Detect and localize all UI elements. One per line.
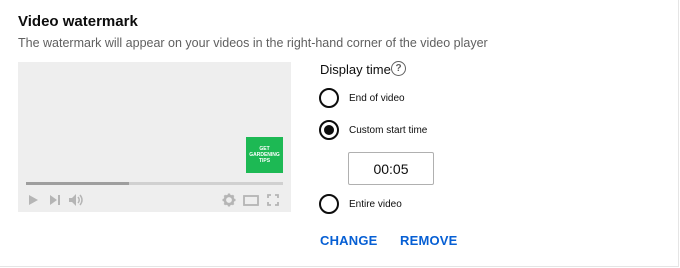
section-subtitle: The watermark will appear on your videos… <box>18 36 488 50</box>
play-icon <box>26 193 40 207</box>
progress-bar <box>26 182 283 185</box>
watermark-text-line: TIPS <box>258 158 271 164</box>
radio-custom-start-time-label: Custom start time <box>349 125 428 136</box>
video-preview: GET GARDENING TIPS <box>18 62 291 212</box>
change-button[interactable]: CHANGE <box>320 233 378 248</box>
radio-end-of-video-label: End of video <box>349 93 405 104</box>
radio-entire-video-label: Entire video <box>349 199 402 210</box>
start-time-input[interactable] <box>348 152 434 185</box>
settings-icon <box>221 192 237 208</box>
watermark-image: GET GARDENING TIPS <box>246 137 283 173</box>
radio-custom-start-time[interactable] <box>319 120 339 140</box>
fullscreen-icon <box>266 193 280 207</box>
progress-fill <box>26 182 129 185</box>
help-icon[interactable]: ? <box>391 61 406 76</box>
video-watermark-card: Video watermark The watermark will appea… <box>0 0 679 267</box>
remove-button[interactable]: REMOVE <box>400 233 458 248</box>
radio-end-of-video[interactable] <box>319 88 339 108</box>
theater-mode-icon <box>242 193 260 207</box>
radio-entire-video[interactable] <box>319 194 339 214</box>
section-title: Video watermark <box>18 13 138 30</box>
display-time-label: Display time <box>320 62 391 77</box>
radio-selected-dot <box>324 125 334 135</box>
next-icon <box>48 193 62 207</box>
volume-icon <box>68 192 84 208</box>
